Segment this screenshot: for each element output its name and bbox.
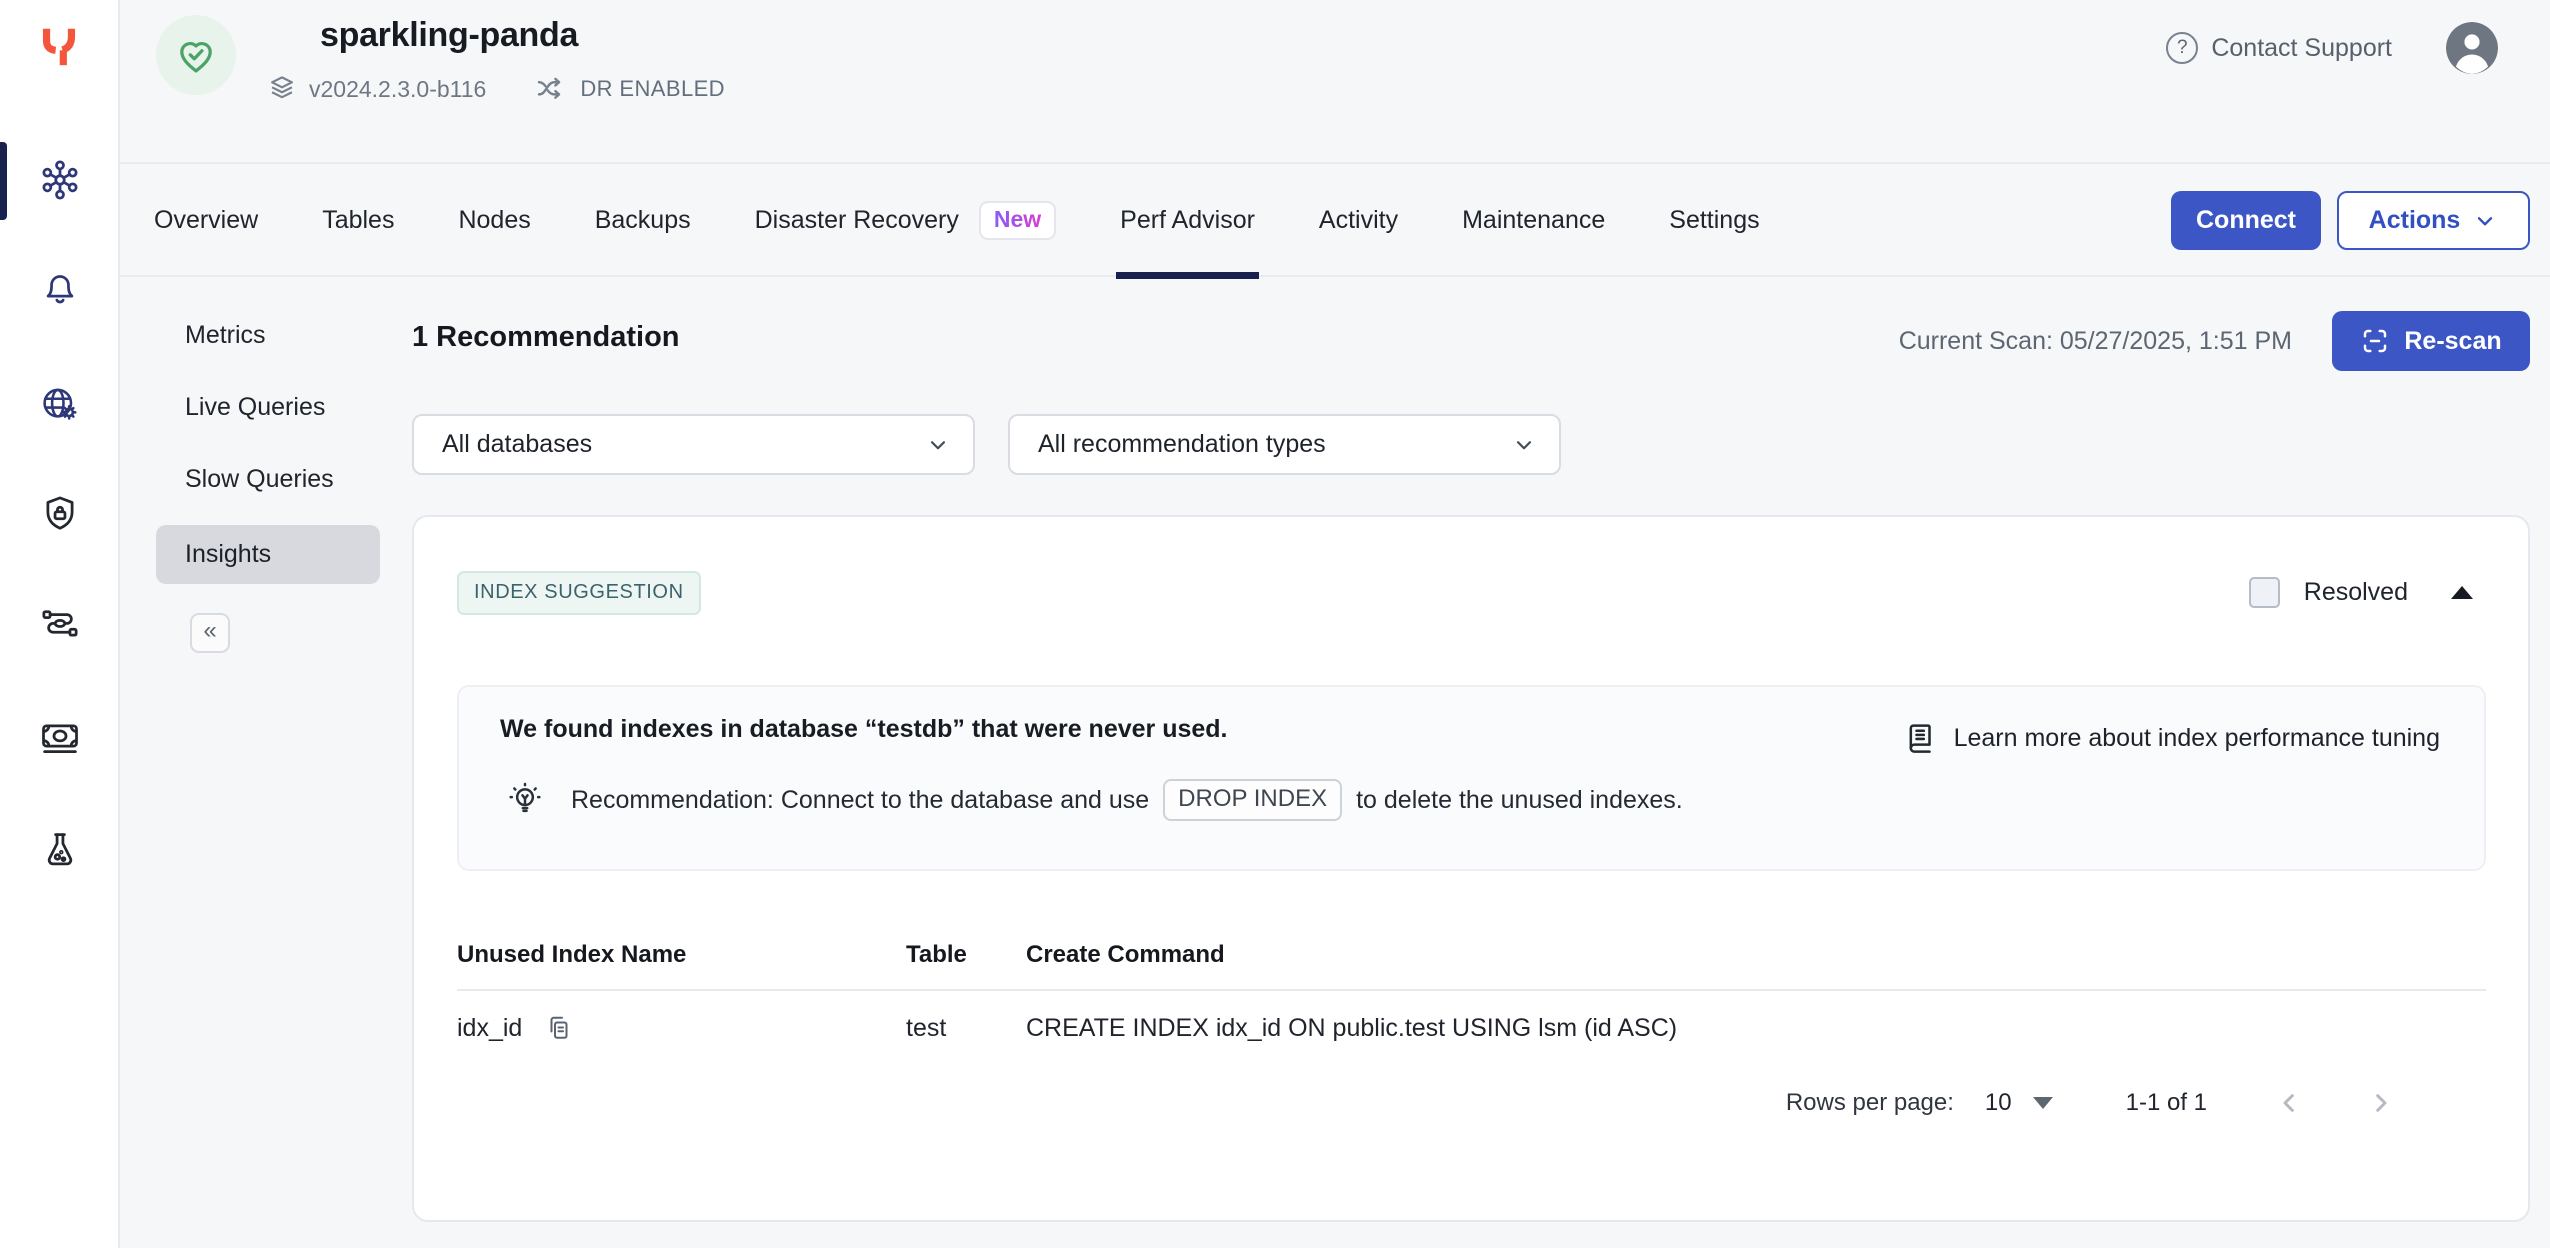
recommendation-summary-box: We found indexes in database “testdb” th… bbox=[457, 685, 2486, 871]
create-command-cell: CREATE INDEX idx_id ON public.test USING… bbox=[1026, 1014, 2486, 1043]
copy-icon[interactable] bbox=[544, 1013, 574, 1043]
next-page-icon[interactable] bbox=[2365, 1087, 2397, 1119]
subnav-item-slow-queries[interactable]: Slow Queries bbox=[185, 465, 334, 494]
help-icon[interactable]: ? bbox=[2166, 32, 2198, 64]
summary-database-name: “testdb” bbox=[865, 715, 965, 743]
dr-enabled-badge: DR ENABLED bbox=[580, 76, 725, 102]
scan-row: Current Scan: 05/27/2025, 1:51 PM Re-sca… bbox=[1899, 311, 2530, 371]
resolved-cluster: Resolved bbox=[2249, 577, 2473, 608]
user-avatar[interactable] bbox=[2446, 22, 2498, 74]
book-icon bbox=[1901, 719, 1939, 757]
rows-per-page-arrow-icon[interactable] bbox=[2033, 1097, 2053, 1109]
tab-perf-advisor[interactable]: Perf Advisor bbox=[1120, 164, 1255, 277]
labs-flask-icon[interactable] bbox=[38, 828, 82, 872]
rescan-button[interactable]: Re-scan bbox=[2332, 311, 2530, 371]
advice-line: Recommendation: Connect to the database … bbox=[505, 779, 1683, 821]
table-cell: test bbox=[906, 1014, 1026, 1043]
unused-index-table-header: Unused Index Name Table Create Command bbox=[457, 941, 2486, 969]
cluster-header: sparkling-panda v2024.2.3.0-b116 DR ENAB… bbox=[120, 0, 2550, 164]
billing-money-icon[interactable] bbox=[38, 716, 82, 760]
heart-check-icon bbox=[173, 32, 219, 78]
table-divider bbox=[457, 989, 2486, 991]
new-badge: New bbox=[979, 201, 1056, 240]
recommendation-count-heading: 1 Recommendation bbox=[412, 321, 680, 354]
pagination: Rows per page: 10 1-1 of 1 bbox=[1786, 1087, 2397, 1119]
cluster-name: sparkling-panda bbox=[320, 16, 578, 55]
previous-page-icon[interactable] bbox=[2273, 1087, 2305, 1119]
person-icon bbox=[2446, 22, 2498, 74]
drop-index-chip: DROP INDEX bbox=[1163, 779, 1342, 821]
rail-active-indicator bbox=[0, 142, 7, 220]
learn-more-link[interactable]: Learn more about index performance tunin… bbox=[1901, 719, 2440, 757]
contact-support-link[interactable]: Contact Support bbox=[2211, 34, 2392, 63]
tab-activity[interactable]: Activity bbox=[1319, 164, 1398, 277]
tabs: Overview Tables Nodes Backups Disaster R… bbox=[154, 164, 1760, 277]
scan-frame-icon bbox=[2360, 326, 2390, 356]
chevron-down-icon bbox=[1511, 432, 1537, 458]
cluster-version: v2024.2.3.0-b116 bbox=[309, 76, 486, 103]
tab-settings[interactable]: Settings bbox=[1669, 164, 1759, 277]
tab-maintenance[interactable]: Maintenance bbox=[1462, 164, 1605, 277]
pagination-range: 1-1 of 1 bbox=[2126, 1089, 2207, 1117]
tab-actions: Connect Actions bbox=[2171, 191, 2530, 250]
tab-disaster-recovery[interactable]: Disaster Recovery New bbox=[755, 164, 1057, 277]
subnav-item-metrics[interactable]: Metrics bbox=[185, 321, 266, 350]
recommendation-type-filter-select[interactable]: All recommendation types bbox=[1008, 414, 1561, 475]
col-unused-index-name: Unused Index Name bbox=[457, 941, 906, 969]
shuffle-icon bbox=[534, 72, 568, 106]
tab-overview[interactable]: Overview bbox=[154, 164, 258, 277]
clusters-icon[interactable] bbox=[38, 158, 82, 202]
tab-nodes[interactable]: Nodes bbox=[458, 164, 530, 277]
index-name-cell: idx_id bbox=[457, 1014, 522, 1043]
yugabyte-logo-icon bbox=[36, 24, 82, 70]
tab-backups[interactable]: Backups bbox=[595, 164, 691, 277]
current-scan-label: Current Scan: 05/27/2025, 1:51 PM bbox=[1899, 327, 2292, 356]
layers-icon bbox=[265, 72, 299, 106]
collapse-card-arrow-icon[interactable] bbox=[2451, 586, 2473, 599]
resolved-checkbox[interactable] bbox=[2249, 577, 2280, 608]
rows-per-page-value[interactable]: 10 bbox=[1985, 1089, 2012, 1117]
table-row: idx_id test CREATE INDEX idx_id ON publi… bbox=[457, 1013, 2486, 1043]
col-table: Table bbox=[906, 941, 1026, 969]
connect-button[interactable]: Connect bbox=[2171, 191, 2321, 250]
rows-per-page-label: Rows per page: bbox=[1786, 1089, 1954, 1117]
pipelines-flow-icon[interactable] bbox=[38, 604, 82, 648]
actions-button[interactable]: Actions bbox=[2337, 191, 2530, 250]
cluster-meta-row: v2024.2.3.0-b116 DR ENABLED bbox=[265, 72, 725, 106]
database-filter-select[interactable]: All databases bbox=[412, 414, 975, 475]
perf-advisor-subnav: Metrics Live Queries Slow Queries Insigh… bbox=[120, 277, 412, 1248]
summary-text: We found indexes in database “testdb” th… bbox=[500, 715, 1228, 744]
region-config-globe-icon[interactable] bbox=[38, 383, 82, 427]
tab-tables[interactable]: Tables bbox=[322, 164, 394, 277]
cluster-health-badge bbox=[156, 15, 236, 95]
recommendation-card: INDEX SUGGESTION Resolved We found index… bbox=[412, 515, 2530, 1222]
filter-row: All databases All recommendation types bbox=[412, 414, 1561, 475]
header-right-cluster: ? Contact Support bbox=[2166, 22, 2498, 74]
subnav-item-insights[interactable]: Insights bbox=[156, 525, 380, 584]
lightbulb-icon bbox=[505, 780, 545, 820]
alerts-bell-icon[interactable] bbox=[38, 264, 82, 308]
app-icon-rail bbox=[0, 0, 120, 1248]
collapse-sidebar-button[interactable]: « bbox=[190, 613, 230, 653]
resolved-label: Resolved bbox=[2304, 578, 2408, 607]
chevron-down-icon bbox=[2472, 208, 2498, 234]
subnav-item-live-queries[interactable]: Live Queries bbox=[185, 393, 325, 422]
chevron-down-icon bbox=[925, 432, 951, 458]
cluster-tab-bar: Overview Tables Nodes Backups Disaster R… bbox=[120, 164, 2550, 277]
security-shield-icon[interactable] bbox=[38, 492, 82, 536]
col-create-command: Create Command bbox=[1026, 941, 2486, 969]
index-suggestion-badge: INDEX SUGGESTION bbox=[457, 571, 701, 615]
